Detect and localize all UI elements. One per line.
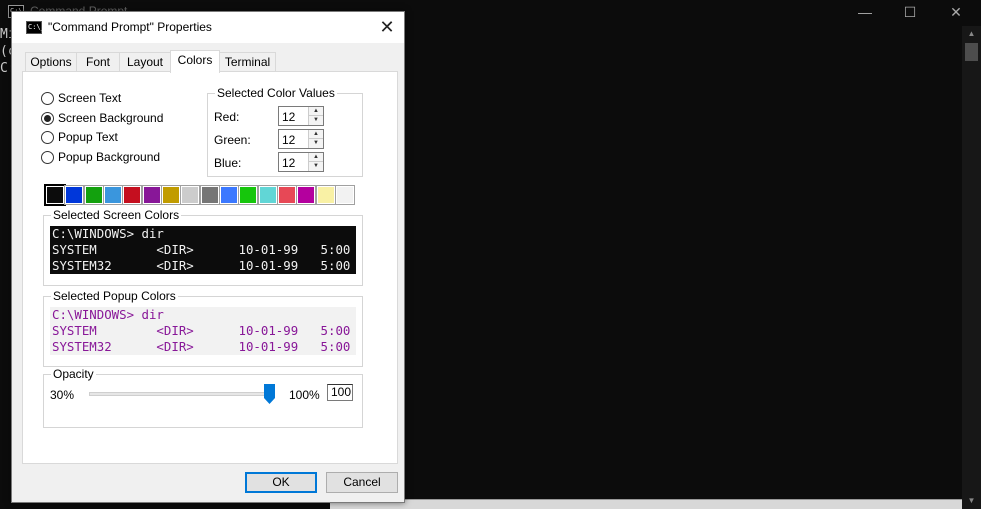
blue-value[interactable]: 12 <box>282 156 295 170</box>
blue-stepper[interactable]: 12 ▲ ▼ <box>278 152 324 172</box>
color-swatch[interactable] <box>335 185 356 205</box>
radio-popup-text[interactable]: Popup Text <box>41 129 118 145</box>
console-icon: C:\_ <box>26 21 45 34</box>
color-swatch[interactable] <box>64 185 85 205</box>
maximize-button[interactable]: ☐ <box>887 0 933 24</box>
console-scrollbar[interactable]: ▲ ▼ <box>962 26 981 509</box>
tab-layout[interactable]: Layout <box>119 52 171 72</box>
properties-dialog: C:\_ "Command Prompt" Properties ✕ Optio… <box>11 11 405 503</box>
color-swatch[interactable] <box>257 185 278 205</box>
background-window-edge <box>330 499 962 509</box>
spin-up-icon[interactable]: ▲ <box>308 153 323 162</box>
tab-options[interactable]: Options <box>25 52 77 72</box>
radio-button[interactable] <box>41 130 54 144</box>
tab-font[interactable]: Font <box>76 52 120 72</box>
spin-up-icon[interactable]: ▲ <box>308 130 323 139</box>
cancel-button[interactable]: Cancel <box>326 472 398 493</box>
radio-button[interactable] <box>41 150 54 164</box>
ok-button[interactable]: OK <box>245 472 317 493</box>
scroll-down-arrow-icon[interactable]: ▼ <box>962 493 981 509</box>
scroll-thumb[interactable] <box>965 43 978 61</box>
opacity-max-label: 100% <box>289 388 320 402</box>
dialog-title: "Command Prompt" Properties <box>48 20 212 34</box>
group-title: Selected Popup Colors <box>51 289 178 303</box>
scroll-up-arrow-icon[interactable]: ▲ <box>962 26 981 42</box>
red-stepper[interactable]: 12 ▲ ▼ <box>278 106 324 126</box>
color-swatch[interactable] <box>238 185 259 205</box>
color-swatch[interactable] <box>122 185 143 205</box>
radio-label: Screen Text <box>58 91 122 105</box>
color-swatch[interactable] <box>180 185 201 205</box>
group-title: Selected Screen Colors <box>51 208 182 222</box>
color-swatch[interactable] <box>296 185 317 205</box>
radio-label: Screen Background <box>58 111 164 125</box>
close-icon[interactable]: ✕ <box>376 16 398 38</box>
green-stepper[interactable]: 12 ▲ ▼ <box>278 129 324 149</box>
radio-label: Popup Text <box>58 130 118 144</box>
spin-up-icon[interactable]: ▲ <box>308 107 323 116</box>
green-label: Green: <box>214 133 251 147</box>
color-swatch[interactable] <box>315 185 336 205</box>
color-swatch[interactable] <box>103 185 124 205</box>
preview-line: C:\WINDOWS> dir <box>52 226 164 241</box>
color-swatch[interactable] <box>277 185 298 205</box>
preview-line: C:\WINDOWS> dir <box>52 307 164 322</box>
tab-colors[interactable]: Colors <box>170 50 220 73</box>
radio-screen-text[interactable]: Screen Text <box>41 90 121 106</box>
preview-line: SYSTEM32 <DIR> 10-01-99 5:00 <box>52 339 351 354</box>
color-palette <box>44 184 356 206</box>
spin-down-icon[interactable]: ▼ <box>308 139 323 148</box>
green-value[interactable]: 12 <box>282 133 295 147</box>
opacity-min-label: 30% <box>50 388 75 402</box>
radio-label: Popup Background <box>58 150 161 164</box>
blue-label: Blue: <box>214 156 242 170</box>
color-swatch[interactable] <box>199 185 220 205</box>
screen-colors-preview: C:\WINDOWS> dir SYSTEM <DIR> 10-01-99 5:0… <box>50 226 356 274</box>
popup-colors-preview: C:\WINDOWS> dir SYSTEM <DIR> 10-01-99 5:0… <box>50 307 356 355</box>
group-title: Opacity <box>51 367 96 381</box>
group-title: Selected Color Values <box>215 86 337 100</box>
preview-line: SYSTEM32 <DIR> 10-01-99 5:00 <box>52 258 351 273</box>
color-swatch[interactable] <box>44 184 66 206</box>
color-swatch[interactable] <box>83 185 104 205</box>
radio-button[interactable] <box>41 91 54 105</box>
red-value[interactable]: 12 <box>282 110 295 124</box>
radio-popup-background[interactable]: Popup Background <box>41 149 160 165</box>
radio-button[interactable] <box>41 111 54 125</box>
color-swatch[interactable] <box>161 185 182 205</box>
dialog-titlebar[interactable]: C:\_ "Command Prompt" Properties ✕ <box>12 12 404 43</box>
opacity-slider-track[interactable] <box>89 392 270 396</box>
preview-line: SYSTEM <DIR> 10-01-99 5:00 <box>52 323 351 338</box>
preview-line: SYSTEM <DIR> 10-01-99 5:00 <box>52 242 351 257</box>
radio-screen-background[interactable]: Screen Background <box>41 110 163 126</box>
red-label: Red: <box>214 110 240 124</box>
color-swatch[interactable] <box>141 185 162 205</box>
opacity-value-input[interactable]: 100 <box>327 384 353 401</box>
selected-color-values-group: Selected Color Values Red: 12 ▲ ▼ Green:… <box>207 86 363 177</box>
spin-down-icon[interactable]: ▼ <box>308 116 323 125</box>
tab-terminal[interactable]: Terminal <box>219 52 276 72</box>
console-close-button[interactable]: ✕ <box>933 0 979 24</box>
spin-down-icon[interactable]: ▼ <box>308 162 323 171</box>
minimize-button[interactable]: — <box>842 0 888 24</box>
color-swatch[interactable] <box>219 185 240 205</box>
